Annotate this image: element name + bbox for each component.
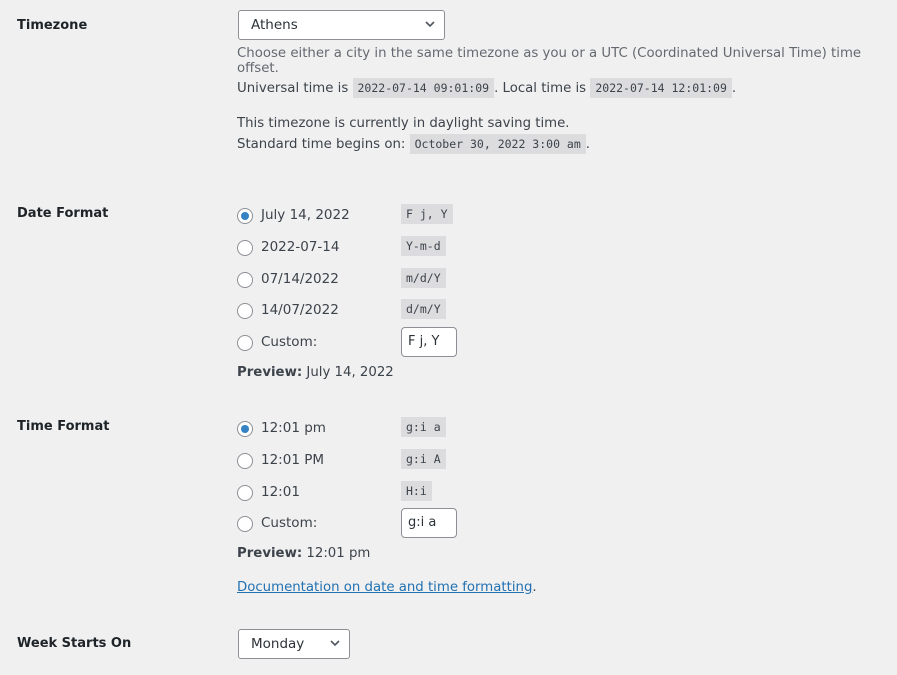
- date-format-radio-4[interactable]: [237, 303, 253, 319]
- date-format-radio-2[interactable]: [237, 240, 253, 256]
- time-format-option-label[interactable]: 12:01 PM: [261, 452, 324, 468]
- local-time-value: 2022-07-14 12:01:09: [590, 78, 732, 98]
- date-format-option-label[interactable]: July 14, 2022: [261, 207, 350, 223]
- standard-time-prefix: Standard time begins on:: [237, 137, 406, 152]
- preview-value: July 14, 2022: [306, 365, 394, 380]
- week-starts-on-select[interactable]: Monday: [238, 629, 350, 659]
- preview-value: 12:01 pm: [306, 546, 371, 561]
- time-readout: Universal time is 2022-07-14 09:01:09. L…: [237, 78, 737, 98]
- documentation-line: Documentation on date and time formattin…: [237, 580, 537, 595]
- dst-text: This timezone is currently in daylight s…: [237, 116, 570, 131]
- timezone-select-value: Athens: [251, 17, 298, 33]
- date-format-code: d/m/Y: [401, 299, 446, 319]
- chevron-down-icon: [425, 21, 435, 28]
- date-format-option-label[interactable]: 2022-07-14: [261, 239, 339, 255]
- time-format-custom-label[interactable]: Custom:: [261, 515, 317, 531]
- date-format-radio-3[interactable]: [237, 272, 253, 288]
- date-format-option-label[interactable]: 07/14/2022: [261, 271, 339, 287]
- week-starts-on-value: Monday: [251, 636, 305, 652]
- chevron-down-icon: [330, 640, 340, 647]
- documentation-link[interactable]: Documentation on date and time formattin…: [237, 580, 532, 595]
- universal-time-value: 2022-07-14 09:01:09: [352, 78, 495, 98]
- timezone-description: Choose either a city in the same timezon…: [237, 46, 862, 76]
- preview-label: Preview:: [237, 546, 303, 561]
- date-format-code: m/d/Y: [401, 268, 446, 288]
- time-format-custom-input[interactable]: g:i a: [401, 508, 457, 538]
- time-format-label: Time Format: [17, 419, 110, 434]
- date-format-code: F j, Y: [401, 204, 453, 224]
- time-format-preview: Preview: 12:01 pm: [237, 546, 370, 561]
- universal-time-prefix: Universal time is: [237, 81, 349, 96]
- period: .: [731, 81, 737, 96]
- timezone-label: Timezone: [17, 18, 88, 33]
- date-format-label: Date Format: [17, 206, 109, 221]
- week-starts-on-label: Week Starts On: [17, 636, 132, 651]
- date-format-preview: Preview: July 14, 2022: [237, 365, 394, 380]
- time-format-radio-1[interactable]: [237, 421, 253, 437]
- time-format-code: g:i a: [401, 417, 446, 437]
- date-format-radio-custom[interactable]: [237, 335, 253, 351]
- time-format-code: g:i A: [401, 449, 446, 469]
- preview-label: Preview:: [237, 365, 303, 380]
- date-format-custom-input[interactable]: F j, Y: [401, 327, 457, 357]
- date-format-custom-label[interactable]: Custom:: [261, 334, 317, 350]
- standard-time-value: October 30, 2022 3:00 am: [409, 134, 586, 154]
- standard-time-readout: Standard time begins on: October 30, 202…: [237, 134, 591, 154]
- local-time-prefix: . Local time is: [494, 81, 587, 96]
- time-format-radio-custom[interactable]: [237, 516, 253, 532]
- time-format-radio-3[interactable]: [237, 485, 253, 501]
- period: .: [585, 137, 591, 152]
- timezone-select[interactable]: Athens: [238, 10, 445, 40]
- date-format-code: Y-m-d: [401, 236, 446, 256]
- date-format-option-label[interactable]: 14/07/2022: [261, 302, 339, 318]
- period: .: [532, 580, 537, 595]
- time-format-radio-2[interactable]: [237, 453, 253, 469]
- time-format-code: H:i: [401, 481, 432, 501]
- time-format-option-label[interactable]: 12:01: [261, 484, 300, 500]
- time-format-option-label[interactable]: 12:01 pm: [261, 420, 326, 436]
- date-format-radio-1[interactable]: [237, 208, 253, 224]
